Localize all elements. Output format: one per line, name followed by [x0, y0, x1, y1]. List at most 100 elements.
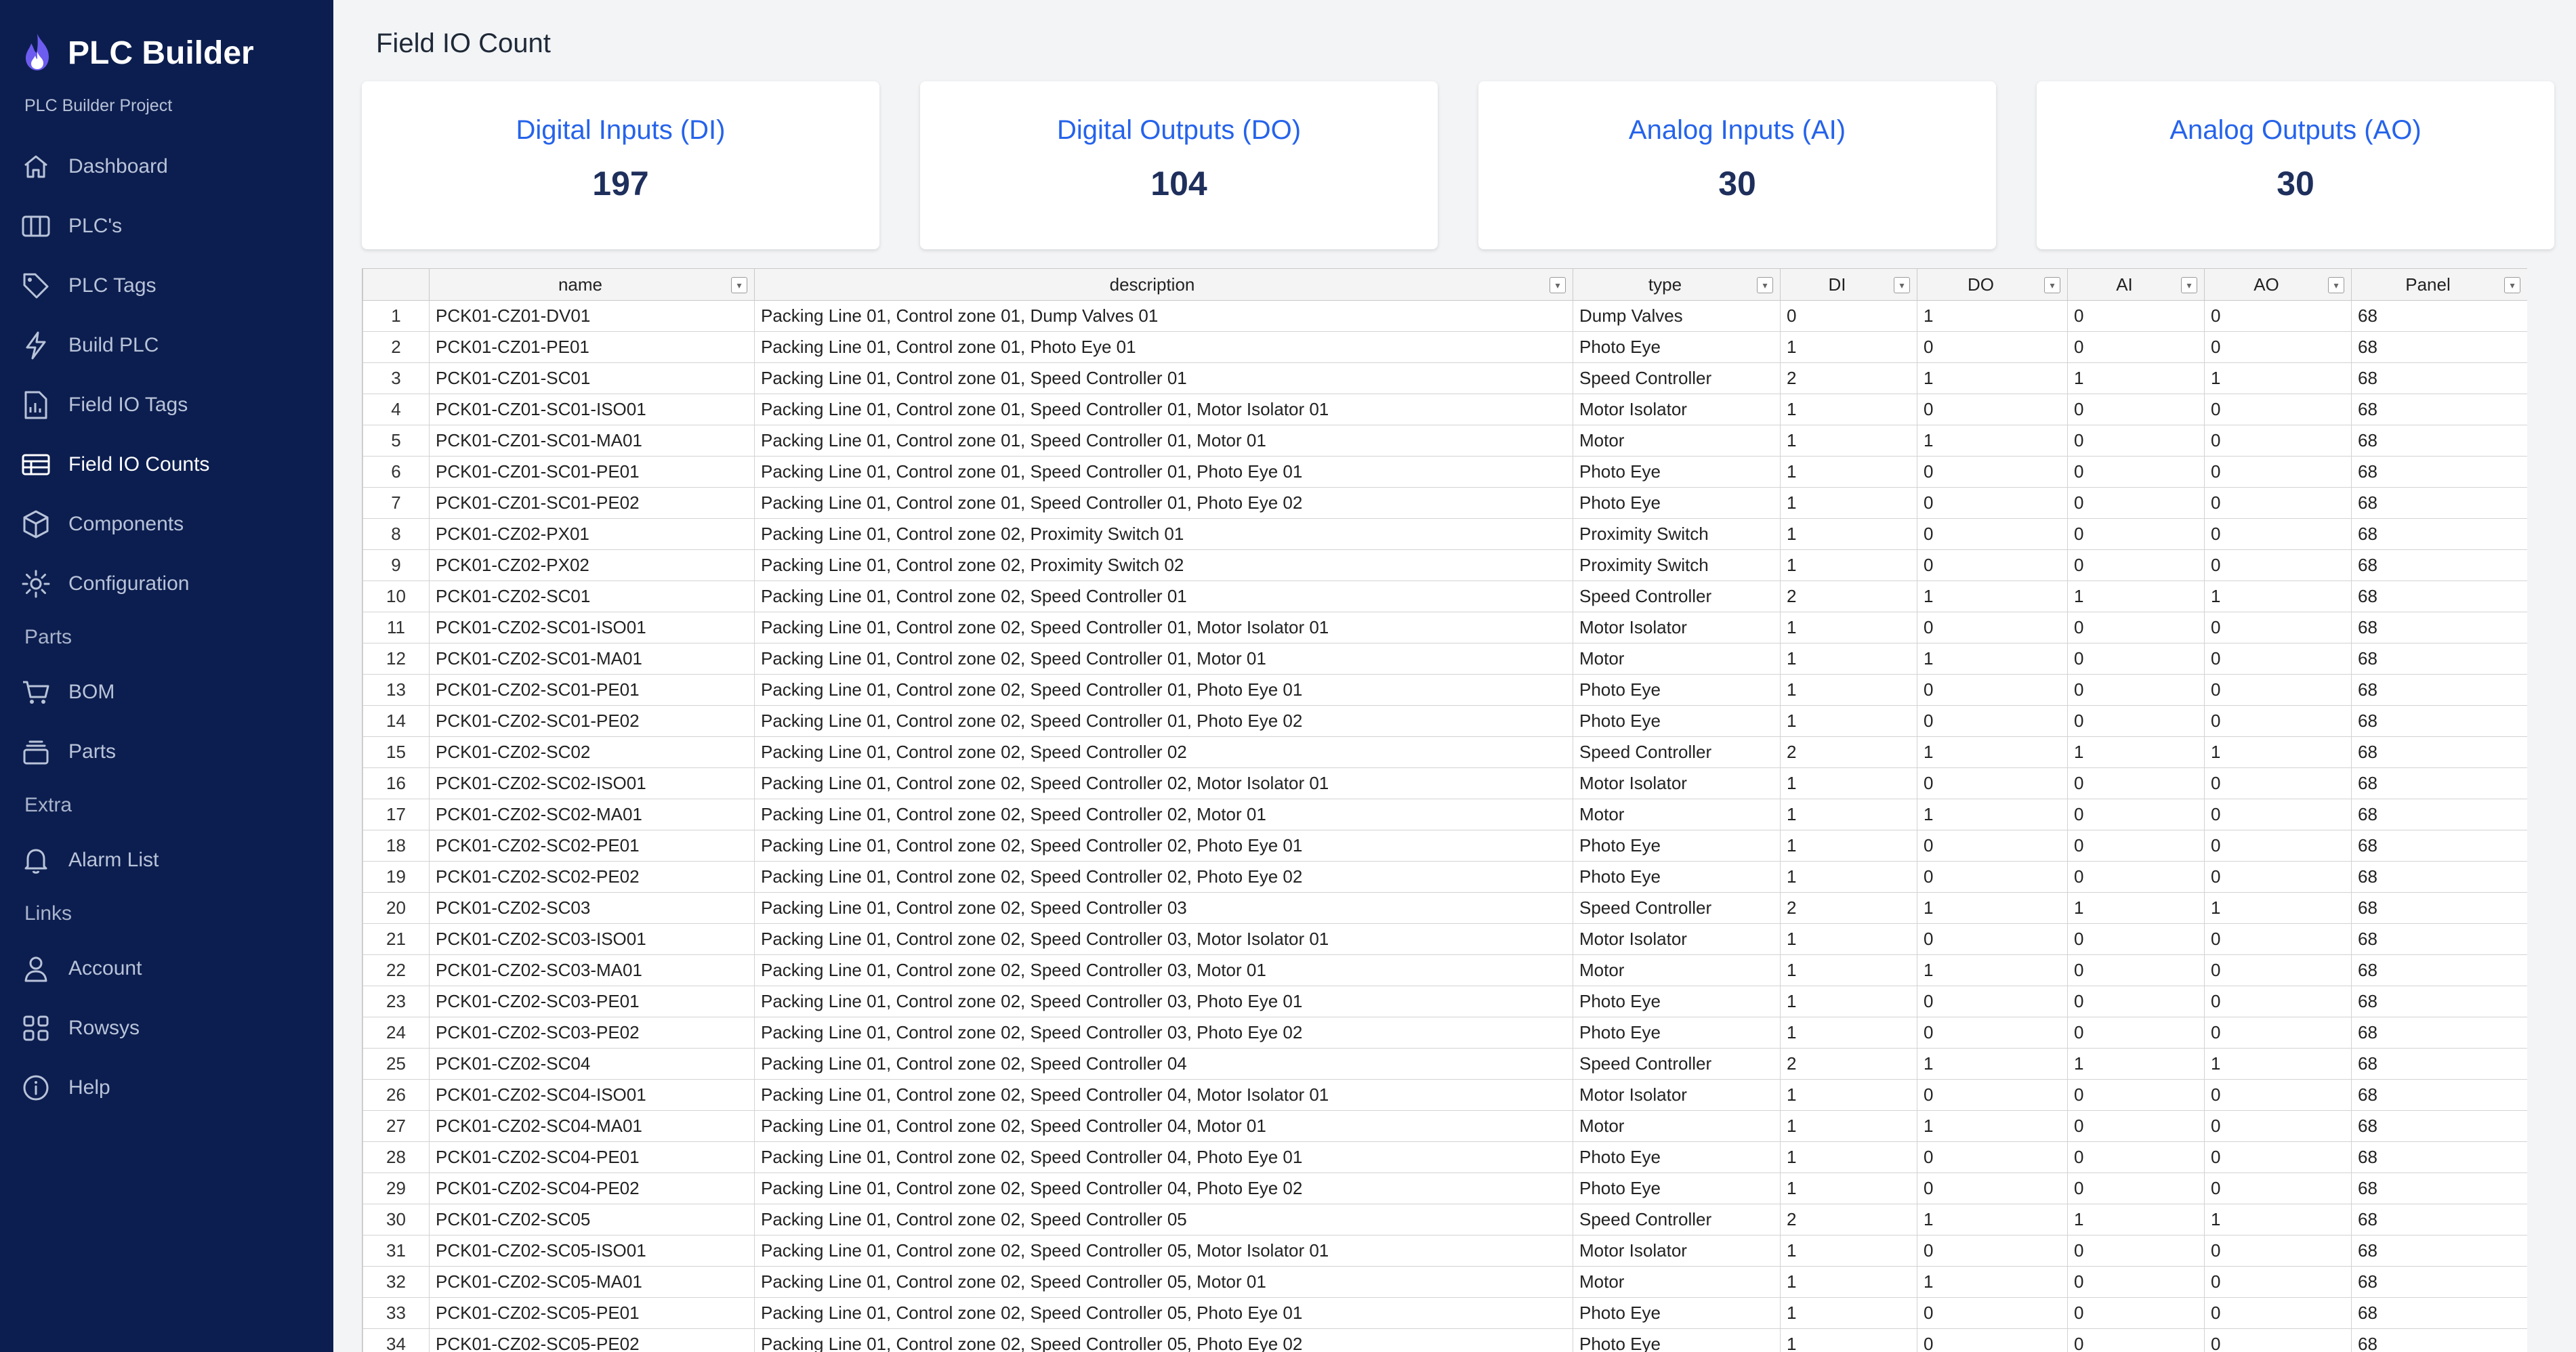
column-header-do[interactable]: DO ▾	[1917, 268, 2068, 301]
filter-icon[interactable]: ▾	[2504, 277, 2520, 293]
cell-ai[interactable]: 1	[2067, 1204, 2205, 1235]
cell-name[interactable]: PCK01-CZ01-PE01	[429, 331, 755, 363]
cell-panel[interactable]: 68	[2351, 1235, 2527, 1267]
cell-ao[interactable]: 0	[2204, 767, 2352, 799]
column-header-type[interactable]: type ▾	[1573, 268, 1781, 301]
cell-di[interactable]: 1	[1780, 1141, 1917, 1173]
table-row[interactable]: 18 PCK01-CZ02-SC02-PE01 Packing Line 01, C…	[362, 830, 2527, 862]
cell-ai[interactable]: 0	[2067, 674, 2205, 706]
cell-ao[interactable]: 0	[2204, 331, 2352, 363]
cell-panel[interactable]: 68	[2351, 580, 2527, 612]
cell-description[interactable]: Packing Line 01, Control zone 02, Speed …	[754, 1110, 1573, 1142]
cell-do[interactable]: 1	[1917, 954, 2068, 986]
cell-ai[interactable]: 0	[2067, 1141, 2205, 1173]
cell-ai[interactable]: 1	[2067, 362, 2205, 394]
table-row[interactable]: 33 PCK01-CZ02-SC05-PE01 Packing Line 01, C…	[362, 1297, 2527, 1329]
cell-description[interactable]: Packing Line 01, Control zone 02, Speed …	[754, 1141, 1573, 1173]
cell-panel[interactable]: 68	[2351, 1017, 2527, 1049]
cell-ao[interactable]: 1	[2204, 1204, 2352, 1235]
cell-description[interactable]: Packing Line 01, Control zone 02, Speed …	[754, 612, 1573, 643]
cell-type[interactable]: Motor Isolator	[1573, 394, 1781, 425]
cell-description[interactable]: Packing Line 01, Control zone 02, Speed …	[754, 643, 1573, 675]
table-row[interactable]: 22 PCK01-CZ02-SC03-MA01 Packing Line 01, C…	[362, 954, 2527, 986]
column-header-ai[interactable]: AI ▾	[2067, 268, 2205, 301]
table-row[interactable]: 13 PCK01-CZ02-SC01-PE01 Packing Line 01, C…	[362, 674, 2527, 706]
cell-type[interactable]: Photo Eye	[1573, 456, 1781, 488]
cell-di[interactable]: 1	[1780, 1173, 1917, 1204]
cell-panel[interactable]: 68	[2351, 892, 2527, 924]
cell-do[interactable]: 1	[1917, 580, 2068, 612]
table-row[interactable]: 15 PCK01-CZ02-SC02 Packing Line 01, Contro…	[362, 736, 2527, 768]
column-header-name[interactable]: name ▾	[429, 268, 755, 301]
cell-di[interactable]: 1	[1780, 456, 1917, 488]
cell-do[interactable]: 1	[1917, 1204, 2068, 1235]
cell-di[interactable]: 0	[1780, 300, 1917, 332]
cell-panel[interactable]: 68	[2351, 861, 2527, 893]
cell-di[interactable]: 1	[1780, 643, 1917, 675]
cell-ai[interactable]: 1	[2067, 736, 2205, 768]
sidebar-item-bom[interactable]: BOM	[0, 671, 333, 714]
cell-name[interactable]: PCK01-CZ01-DV01	[429, 300, 755, 332]
table-row[interactable]: 11 PCK01-CZ02-SC01-ISO01 Packing Line 01, …	[362, 612, 2527, 643]
cell-ao[interactable]: 0	[2204, 986, 2352, 1017]
cell-do[interactable]: 0	[1917, 549, 2068, 581]
table-row[interactable]: 20 PCK01-CZ02-SC03 Packing Line 01, Contro…	[362, 892, 2527, 924]
filter-icon[interactable]: ▾	[2044, 277, 2060, 293]
cell-panel[interactable]: 68	[2351, 1173, 2527, 1204]
cell-description[interactable]: Packing Line 01, Control zone 02, Speed …	[754, 1328, 1573, 1352]
cell-ai[interactable]: 0	[2067, 1017, 2205, 1049]
sidebar-item-field-io-counts[interactable]: Field IO Counts	[0, 443, 333, 486]
cell-ai[interactable]: 0	[2067, 986, 2205, 1017]
cell-ao[interactable]: 0	[2204, 518, 2352, 550]
cell-description[interactable]: Packing Line 01, Control zone 01, Speed …	[754, 362, 1573, 394]
cell-name[interactable]: PCK01-CZ02-SC03-ISO01	[429, 923, 755, 955]
filter-icon[interactable]: ▾	[2328, 277, 2344, 293]
cell-name[interactable]: PCK01-CZ02-SC05-MA01	[429, 1266, 755, 1298]
cell-do[interactable]: 0	[1917, 986, 2068, 1017]
sidebar-item-rowsys[interactable]: Rowsys	[0, 1007, 333, 1050]
brand[interactable]: PLC Builder	[18, 31, 254, 75]
cell-do[interactable]: 0	[1917, 830, 2068, 862]
table-row[interactable]: 29 PCK01-CZ02-SC04-PE02 Packing Line 01, C…	[362, 1173, 2527, 1204]
cell-name[interactable]: PCK01-CZ02-SC01-MA01	[429, 643, 755, 675]
cell-ai[interactable]: 0	[2067, 1235, 2205, 1267]
cell-ai[interactable]: 0	[2067, 456, 2205, 488]
table-row[interactable]: 30 PCK01-CZ02-SC05 Packing Line 01, Contro…	[362, 1204, 2527, 1235]
cell-panel[interactable]: 68	[2351, 487, 2527, 519]
sidebar-item-help[interactable]: Help	[0, 1066, 333, 1110]
cell-type[interactable]: Motor	[1573, 799, 1781, 830]
cell-di[interactable]: 1	[1780, 612, 1917, 643]
cell-panel[interactable]: 68	[2351, 1141, 2527, 1173]
sidebar-item-plcs[interactable]: PLC's	[0, 205, 333, 248]
filter-icon[interactable]: ▾	[1757, 277, 1773, 293]
cell-description[interactable]: Packing Line 01, Control zone 02, Speed …	[754, 1204, 1573, 1235]
cell-do[interactable]: 1	[1917, 643, 2068, 675]
cell-description[interactable]: Packing Line 01, Control zone 02, Speed …	[754, 580, 1573, 612]
table-row[interactable]: 19 PCK01-CZ02-SC02-PE02 Packing Line 01, C…	[362, 861, 2527, 893]
cell-di[interactable]: 1	[1780, 674, 1917, 706]
cell-do[interactable]: 0	[1917, 331, 2068, 363]
cell-type[interactable]: Photo Eye	[1573, 1328, 1781, 1352]
cell-description[interactable]: Packing Line 01, Control zone 02, Speed …	[754, 1079, 1573, 1111]
cell-type[interactable]: Speed Controller	[1573, 892, 1781, 924]
cell-name[interactable]: PCK01-CZ02-SC02-PE02	[429, 861, 755, 893]
cell-description[interactable]: Packing Line 01, Control zone 01, Dump V…	[754, 300, 1573, 332]
table-row[interactable]: 26 PCK01-CZ02-SC04-ISO01 Packing Line 01, …	[362, 1079, 2527, 1111]
filter-icon[interactable]: ▾	[731, 277, 747, 293]
cell-di[interactable]: 2	[1780, 892, 1917, 924]
cell-panel[interactable]: 68	[2351, 612, 2527, 643]
cell-name[interactable]: PCK01-CZ01-SC01-PE01	[429, 456, 755, 488]
cell-ai[interactable]: 0	[2067, 1328, 2205, 1352]
cell-ao[interactable]: 0	[2204, 1173, 2352, 1204]
table-row[interactable]: 34 PCK01-CZ02-SC05-PE02 Packing Line 01, C…	[362, 1328, 2527, 1352]
cell-name[interactable]: PCK01-CZ02-SC05	[429, 1204, 755, 1235]
cell-di[interactable]: 1	[1780, 1297, 1917, 1329]
cell-ao[interactable]: 0	[2204, 549, 2352, 581]
cell-description[interactable]: Packing Line 01, Control zone 02, Speed …	[754, 954, 1573, 986]
cell-ai[interactable]: 1	[2067, 892, 2205, 924]
cell-panel[interactable]: 68	[2351, 331, 2527, 363]
sidebar-item-field-io-tags[interactable]: Field IO Tags	[0, 383, 333, 427]
cell-description[interactable]: Packing Line 01, Control zone 02, Speed …	[754, 1266, 1573, 1298]
cell-name[interactable]: PCK01-CZ02-SC02-ISO01	[429, 767, 755, 799]
cell-name[interactable]: PCK01-CZ02-SC05-PE02	[429, 1328, 755, 1352]
